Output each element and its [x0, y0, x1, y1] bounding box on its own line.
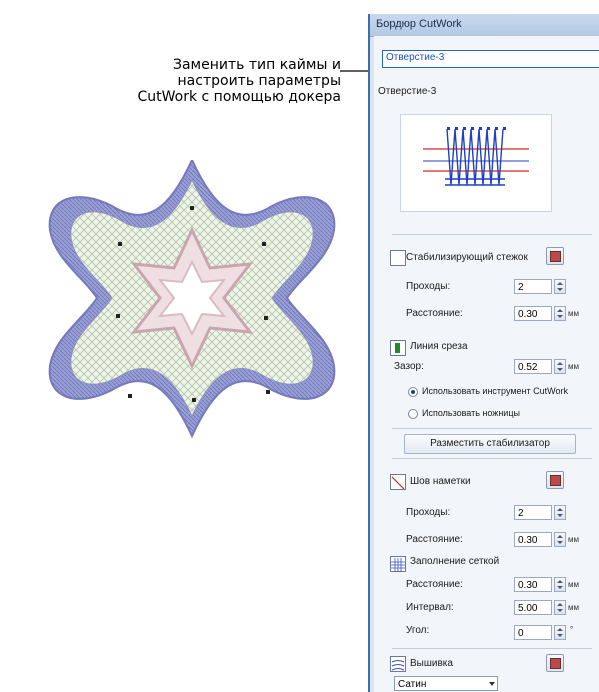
separator	[392, 428, 592, 429]
docker-title: Бордюр CutWork	[376, 18, 462, 30]
properties-icon	[550, 251, 561, 262]
stabilizer-distance-field[interactable]: 0.30	[514, 306, 552, 321]
grid-interval-unit: мм	[568, 603, 579, 612]
separator	[392, 648, 592, 649]
docker-titlebar[interactable]: Бордюр CutWork	[370, 14, 599, 37]
grid-fill-icon	[390, 556, 406, 572]
grid-angle-unit: °	[570, 625, 574, 634]
cutline-gap-unit: мм	[568, 362, 579, 371]
place-stabilizer-button[interactable]: Разместить стабилизатор	[404, 434, 576, 454]
cutwork-docker: Бордюр CutWork Отверстие-3 Отверстие-3 С…	[368, 14, 599, 692]
use-scissors-label: Использовать ножницы	[422, 408, 520, 418]
callout-line-3: CutWork с помощью докера	[137, 89, 342, 105]
embroidery-label: Вышивка	[410, 658, 453, 669]
cutline-gap-field[interactable]: 0.52	[514, 359, 552, 374]
stabilizer-passes-field[interactable]: 2	[514, 279, 552, 294]
stitch-preview	[400, 114, 552, 212]
grid-interval-label: Интервал:	[406, 602, 454, 613]
grid-distance-field[interactable]: 0.30	[514, 577, 552, 592]
stabilizer-distance-label: Расстояние:	[406, 308, 463, 319]
embroidery-icon	[390, 656, 406, 672]
stabilizer-passes-spinner[interactable]	[554, 279, 566, 294]
stitch-type-combo[interactable]: Сатин	[394, 676, 498, 691]
properties-icon	[550, 658, 561, 669]
chevron-down-icon	[489, 682, 495, 686]
stabilizer-passes-label: Проходы:	[406, 281, 451, 292]
callout-line-2: настроить параметры	[177, 73, 341, 89]
grid-angle-spinner[interactable]	[554, 625, 566, 640]
border-type-dropdown[interactable]: Отверстие-3	[382, 50, 599, 68]
cutline-icon	[390, 340, 406, 356]
stabilizer-stitch-icon	[390, 250, 406, 266]
grid-interval-field[interactable]: 5.00	[514, 600, 552, 615]
border-type-label: Отверстие-3	[378, 86, 437, 97]
use-scissors-radio[interactable]	[408, 409, 418, 419]
tack-stitch-glyph	[391, 476, 405, 490]
cutline-label: Линия среза	[410, 341, 468, 352]
stabilizer-stitch-label: Стабилизирующий стежок	[406, 252, 528, 263]
tack-passes-field[interactable]: 2	[514, 505, 552, 520]
callout-line-1: Заменить тип каймы и	[173, 57, 341, 73]
tack-properties-button[interactable]	[546, 471, 564, 489]
tack-passes-spinner[interactable]	[554, 505, 566, 520]
embroidery-properties-button[interactable]	[546, 654, 564, 672]
docker-panel: Отверстие-3 Отверстие-3 Стабилизирующий …	[374, 36, 599, 692]
tack-distance-unit: мм	[568, 535, 579, 544]
tack-passes-label: Проходы:	[406, 507, 451, 518]
grid-distance-spinner[interactable]	[554, 577, 566, 592]
grid-fill-glyph	[391, 558, 405, 572]
tack-distance-spinner[interactable]	[554, 532, 566, 547]
grid-distance-label: Расстояние:	[406, 579, 463, 590]
tack-stitch-icon	[390, 474, 406, 490]
properties-icon	[550, 475, 561, 486]
embroidery-glyph	[391, 660, 405, 671]
stabilizer-properties-button[interactable]	[546, 247, 564, 265]
separator	[392, 234, 592, 235]
grid-interval-spinner[interactable]	[554, 600, 566, 615]
border-type-value: Отверстие-3	[386, 52, 445, 63]
grid-angle-label: Угол:	[406, 625, 430, 636]
separator	[392, 458, 592, 459]
use-cutwork-tool-label: Использовать инструмент CutWork	[422, 386, 568, 396]
tack-stitch-label: Шов наметки	[410, 476, 471, 487]
grid-distance-unit: мм	[568, 580, 579, 589]
tack-distance-field[interactable]: 0.30	[514, 532, 552, 547]
stitch-type-value: Сатин	[398, 679, 427, 690]
stabilizer-distance-unit: мм	[568, 309, 579, 318]
stitch-preview-graphic	[423, 127, 529, 186]
cutline-gap-label: Зазор:	[394, 361, 424, 372]
stabilizer-distance-spinner[interactable]	[554, 306, 566, 321]
cutline-gap-spinner[interactable]	[554, 359, 566, 374]
cutline-icon-mark	[395, 343, 400, 353]
callout-text: Заменить тип каймы и настроить параметры…	[81, 57, 342, 105]
grid-fill-label: Заполнение сеткой	[410, 556, 500, 567]
cutwork-flower-design	[48, 160, 336, 439]
tack-distance-label: Расстояние:	[406, 534, 463, 545]
use-cutwork-tool-radio[interactable]	[408, 387, 418, 397]
grid-angle-field[interactable]: 0	[514, 625, 552, 640]
